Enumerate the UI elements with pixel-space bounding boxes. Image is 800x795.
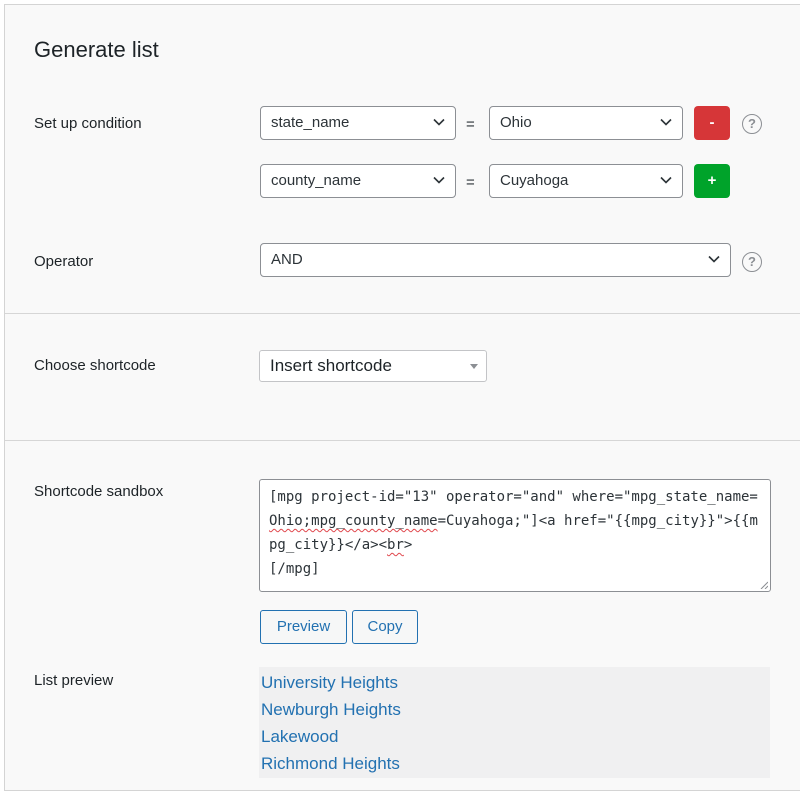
shortcode-select-value: Insert shortcode	[270, 356, 392, 375]
shortcode-label: Choose shortcode	[34, 357, 156, 374]
help-icon[interactable]: ?	[742, 252, 762, 272]
city-link[interactable]: Newburgh Heights	[261, 700, 401, 720]
chevron-down-icon	[433, 118, 445, 126]
help-icon[interactable]: ?	[742, 114, 762, 134]
condition-field-value: county_name	[271, 172, 362, 189]
condition-value: Ohio	[500, 114, 532, 131]
resize-handle-icon[interactable]	[760, 581, 768, 589]
remove-condition-button[interactable]: -	[694, 106, 730, 140]
copy-button[interactable]: Copy	[352, 610, 418, 644]
condition-field-select-1[interactable]: state_name	[260, 106, 456, 140]
add-condition-button[interactable]: +	[694, 164, 730, 198]
operator-label: Operator	[34, 253, 94, 270]
sandbox-text-spellcheck: br	[387, 537, 404, 553]
equals-sign: =	[466, 174, 475, 191]
operator-value: AND	[271, 251, 303, 268]
condition-field-select-2[interactable]: county_name	[260, 164, 456, 198]
city-link[interactable]: Lakewood	[261, 727, 339, 747]
generate-list-panel: Generate list Set up condition state_nam…	[4, 4, 800, 791]
condition-field-value: state_name	[271, 114, 350, 131]
section-divider	[5, 440, 800, 441]
condition-label: Set up condition	[34, 115, 142, 132]
list-preview-label: List preview	[34, 672, 114, 689]
condition-value-select-1[interactable]: Ohio	[489, 106, 683, 140]
sandbox-text: [mpg project-id="13" operator="and" wher…	[269, 489, 758, 505]
city-link[interactable]: Richmond Heights	[261, 754, 400, 774]
shortcode-select[interactable]: Insert shortcode	[259, 350, 487, 382]
chevron-down-icon	[708, 255, 720, 263]
sandbox-label: Shortcode sandbox	[34, 483, 164, 500]
chevron-down-icon	[433, 176, 445, 184]
shortcode-sandbox-textarea[interactable]: [mpg project-id="13" operator="and" wher…	[259, 479, 771, 592]
section-divider	[5, 313, 800, 314]
equals-sign: =	[466, 116, 475, 133]
chevron-down-icon	[660, 118, 672, 126]
page-title: Generate list	[34, 37, 159, 62]
operator-select[interactable]: AND	[260, 243, 731, 277]
sandbox-text-spellcheck: Ohio;mpg_county_name	[269, 513, 438, 529]
condition-value: Cuyahoga	[500, 172, 569, 189]
condition-value-select-2[interactable]: Cuyahoga	[489, 164, 683, 198]
chevron-down-icon	[660, 176, 672, 184]
list-preview-box: University Heights Newburgh Heights Lake…	[259, 667, 770, 778]
preview-button[interactable]: Preview	[260, 610, 347, 644]
city-link[interactable]: University Heights	[261, 673, 398, 693]
dropdown-arrow-icon	[470, 364, 478, 369]
